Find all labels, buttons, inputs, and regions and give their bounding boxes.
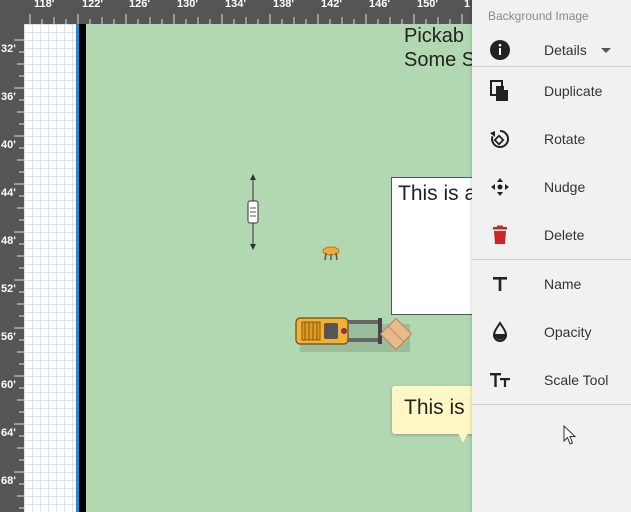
menu-item-label: Nudge (544, 179, 586, 195)
menu-item-label: Opacity (544, 324, 592, 340)
left-ruler-marks (14, 39, 24, 509)
menu-divider (472, 404, 631, 405)
stool-object-icon[interactable] (320, 244, 342, 262)
menu-item-delete[interactable]: Delete (472, 211, 631, 259)
mouse-cursor-icon (563, 425, 577, 445)
menu-header: Background Image (488, 9, 589, 23)
info-icon (490, 40, 510, 60)
context-menu-panel: Background Image Details Duplicate Rotat… (472, 0, 631, 512)
menu-item-rotate[interactable]: Rotate (472, 115, 631, 163)
menu-item-label: Scale Tool (544, 372, 609, 388)
canvas-text-label[interactable]: Pickab Some S (404, 24, 472, 72)
wall-line (79, 24, 86, 512)
menu-item-name[interactable]: Name (472, 260, 631, 308)
menu-item-label: Duplicate (544, 83, 603, 99)
scale-tool-icon (490, 373, 510, 387)
dropdown-caret-icon (601, 48, 611, 53)
menu-item-label: Delete (544, 227, 585, 243)
delete-icon (493, 225, 507, 244)
menu-item-label: Name (544, 276, 582, 292)
rotate-icon (490, 129, 509, 148)
menu-item-duplicate[interactable]: Duplicate (472, 67, 631, 115)
forklift-object-icon[interactable] (294, 312, 414, 362)
menu-item-nudge[interactable]: Nudge (472, 163, 631, 211)
canvas-text-box[interactable]: This is a (391, 177, 472, 315)
canvas-callout[interactable]: This is (392, 386, 472, 434)
menu-item-opacity[interactable]: Opacity (472, 308, 631, 356)
grid-paper-area (24, 24, 78, 512)
menu-item-label: Rotate (544, 131, 586, 147)
menu-item-scale-tool[interactable]: Scale Tool (472, 356, 631, 404)
nudge-icon (491, 178, 509, 196)
left-ruler: 32' 36' 40' 44' 48' 52' 56' 60' 64' 68' (0, 0, 24, 512)
text-t-icon (493, 277, 507, 291)
callout-tail (458, 433, 468, 443)
dimension-marker-icon[interactable] (245, 174, 261, 250)
opacity-drop-icon (492, 321, 508, 342)
floor-plan-canvas[interactable]: Pickab Some S This is a This is (86, 24, 472, 512)
menu-item-label: Details (544, 42, 587, 58)
duplicate-icon (490, 80, 508, 101)
